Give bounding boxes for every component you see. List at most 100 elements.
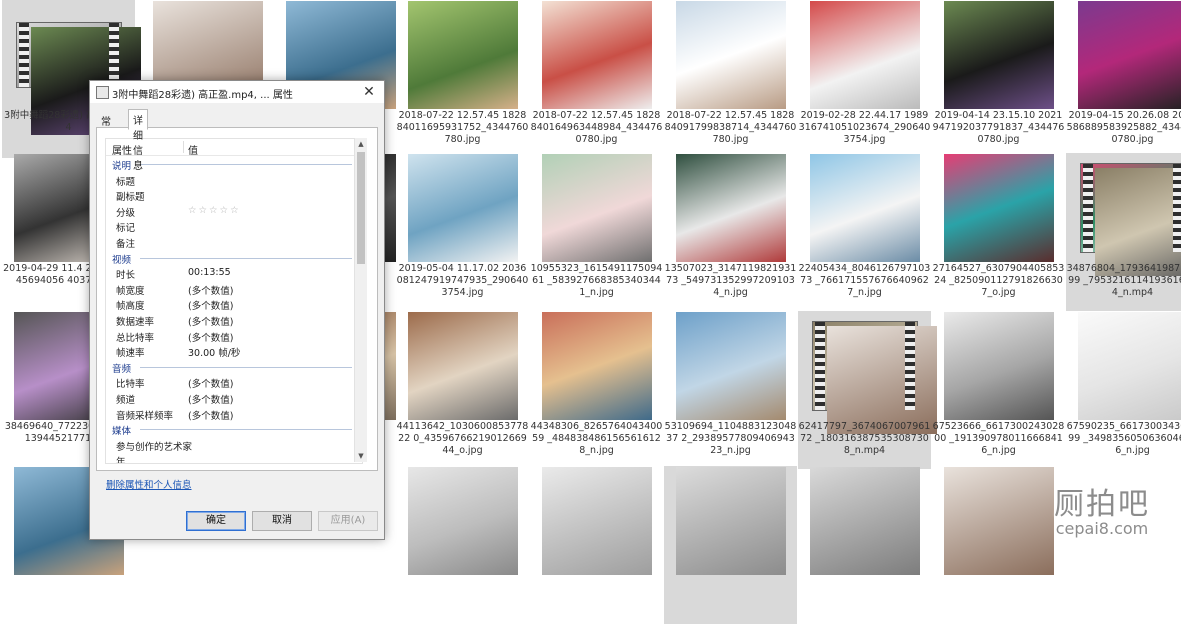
property-name: 标题 [116, 174, 135, 188]
thumbnail [798, 466, 931, 576]
image-file-item[interactable] [530, 466, 663, 624]
photo-thumbnail [408, 154, 518, 262]
photo-thumbnail [542, 154, 652, 262]
section-divider [140, 367, 352, 368]
property-row[interactable]: 频道(多个数值) [106, 390, 362, 406]
thumbnail [798, 153, 931, 263]
property-row[interactable]: 副标题 [106, 187, 362, 203]
image-file-item[interactable] [798, 466, 931, 624]
thumbnail [396, 153, 529, 263]
image-file-item[interactable]: 44113642_103060085377822 0_4359676621901… [396, 311, 529, 469]
property-row[interactable]: 年 [106, 452, 362, 464]
image-file-item[interactable]: 22405434_804612679710373 _76617155767664… [798, 153, 931, 311]
dialog-titlebar[interactable]: 3附中舞蹈28彩遗) 高正盈.mp4, ... 属性 ✕ [90, 81, 384, 103]
image-file-item[interactable]: 2019-02-28 22.44.17 1989316741051023674_… [798, 0, 931, 158]
file-name: 2018-07-22 12.57.45 1828840917998387​14_… [664, 110, 797, 146]
section-header[interactable]: 说明 [106, 156, 362, 172]
property-name: 时长 [116, 267, 135, 281]
photo-thumbnail [1078, 312, 1181, 420]
file-name: 2018-07-22 12.57.45 1828840164963448984_… [530, 110, 663, 146]
video-file-icon [96, 86, 109, 99]
list-scrollbar[interactable]: ▲ ▼ [354, 138, 367, 462]
photo-thumbnail [676, 312, 786, 420]
property-row[interactable]: 帧高度(多个数值) [106, 296, 362, 312]
column-divider[interactable] [183, 141, 184, 153]
scroll-thumb[interactable] [357, 152, 365, 264]
remove-properties-link[interactable]: 删除属性和个人信息 [106, 477, 192, 491]
image-file-item[interactable]: 2018-07-22 12.57.45 1828840917998387​14_… [664, 0, 797, 158]
video-thumbnail-icon [16, 22, 122, 88]
details-panel: 属性 值 说明标题副标题分级☆☆☆☆☆标记备注视频时长00:13:55帧宽度(多… [96, 127, 378, 471]
section-header[interactable]: 视频 [106, 250, 362, 266]
image-file-item[interactable]: 2018-07-22 12.57.45 1828840164963448984_… [530, 0, 663, 158]
property-row[interactable]: 帧速率30.00 帧/秒 [106, 343, 362, 359]
apply-button[interactable]: 应用(A) [318, 511, 378, 531]
column-header-property[interactable]: 属性 [112, 142, 132, 157]
file-name: 27164527_630790440585324 _82509011279182… [932, 263, 1065, 299]
thumbnail [932, 153, 1065, 263]
file-name: 44348306_826576404340059 _48483848615656… [530, 421, 663, 457]
property-row[interactable]: 标记 [106, 218, 362, 234]
thumbnail [798, 311, 931, 421]
property-row[interactable]: 总比特率(多个数值) [106, 328, 362, 344]
file-name: 67523666_661730024302800 _19139097801166… [932, 421, 1065, 457]
property-row[interactable]: 标题 [106, 172, 362, 188]
section-header[interactable]: 音频 [106, 359, 362, 375]
video-file-item[interactable]: 34876804_179364198734599 _79532161141936… [1066, 153, 1181, 311]
section-header[interactable]: 媒体 [106, 421, 362, 437]
property-name: 总比特率 [116, 330, 154, 344]
photo-thumbnail [676, 154, 786, 262]
thumbnail [932, 311, 1065, 421]
image-file-item[interactable]: 2019-05-04 11.17.02 2036081247919747935_… [396, 153, 529, 311]
thumbnail [396, 311, 529, 421]
section-divider [140, 164, 352, 165]
property-row[interactable]: 分级☆☆☆☆☆ [106, 203, 362, 219]
cancel-button[interactable]: 取消 [252, 511, 312, 531]
photo-thumbnail [542, 1, 652, 109]
file-name: 13507023_314711982193173 _54973135299720… [664, 263, 797, 299]
image-file-item[interactable]: 2018-07-22 12.57.45 1828840116959317​52_… [396, 0, 529, 158]
property-row[interactable]: 参与创作的艺术家 [106, 437, 362, 453]
section-title: 视频 [112, 252, 131, 266]
photo-thumbnail [408, 1, 518, 109]
thumbnail [664, 153, 797, 263]
thumbnail [932, 0, 1065, 110]
image-file-item[interactable]: 2019-04-14 23.15.10 2021947192037791837_… [932, 0, 1065, 158]
thumbnail [1066, 0, 1181, 110]
image-file-item[interactable]: 44348306_826576404340059 _48483848615656… [530, 311, 663, 469]
image-file-item[interactable]: 2019-04-15 20.26.08 2022586889583925882_… [1066, 0, 1181, 158]
image-file-item[interactable]: 13507023_314711982193173 _54973135299720… [664, 153, 797, 311]
property-row[interactable]: 音频采样频率(多个数值) [106, 406, 362, 422]
scroll-up-arrow-icon[interactable]: ▲ [355, 138, 367, 150]
scroll-down-arrow-icon[interactable]: ▼ [355, 450, 367, 462]
file-name: 53109694_110488312304837 2_2938957780940… [664, 421, 797, 457]
property-row[interactable]: 备注 [106, 234, 362, 250]
rating-stars[interactable]: ☆☆☆☆☆ [188, 205, 241, 216]
ok-button[interactable]: 确定 [186, 511, 246, 531]
property-list[interactable]: 属性 值 说明标题副标题分级☆☆☆☆☆标记备注视频时长00:13:55帧宽度(多… [105, 138, 363, 464]
image-file-item[interactable]: 67590235_661730034302799 _34983560506360… [1066, 311, 1181, 469]
image-file-item[interactable]: 67523666_661730024302800 _19139097801166… [932, 311, 1065, 469]
image-file-item[interactable] [396, 466, 529, 624]
tab-details[interactable]: 详细信息 [128, 109, 148, 130]
image-file-item[interactable]: 27164527_630790440585324 _82509011279182… [932, 153, 1065, 311]
image-file-item[interactable]: 53109694_110488312304837 2_2938957780940… [664, 311, 797, 469]
property-row[interactable]: 比特率(多个数值) [106, 374, 362, 390]
column-header-value[interactable]: 值 [188, 142, 198, 157]
property-name: 音频采样频率 [116, 408, 173, 422]
image-file-item[interactable]: 10955323_161549117509461 _58392766838534… [530, 153, 663, 311]
close-button[interactable]: ✕ [358, 82, 380, 102]
property-row[interactable]: 数据速率(多个数值) [106, 312, 362, 328]
thumbnail [664, 0, 797, 110]
property-value: (多个数值) [188, 283, 233, 297]
dialog-title: 3附中舞蹈28彩遗) 高正盈.mp4, ... 属性 [112, 86, 293, 101]
image-file-item[interactable] [664, 466, 797, 624]
property-name: 备注 [116, 236, 135, 250]
thumbnail [1066, 153, 1181, 263]
thumbnail [798, 0, 931, 110]
property-row[interactable]: 帧宽度(多个数值) [106, 281, 362, 297]
file-name: 44113642_103060085377822 0_4359676621901… [396, 421, 529, 457]
property-row[interactable]: 时长00:13:55 [106, 265, 362, 281]
video-file-item[interactable]: 62417797_367406700796172 _180316387535​3… [798, 311, 931, 469]
thumbnail [396, 466, 529, 576]
